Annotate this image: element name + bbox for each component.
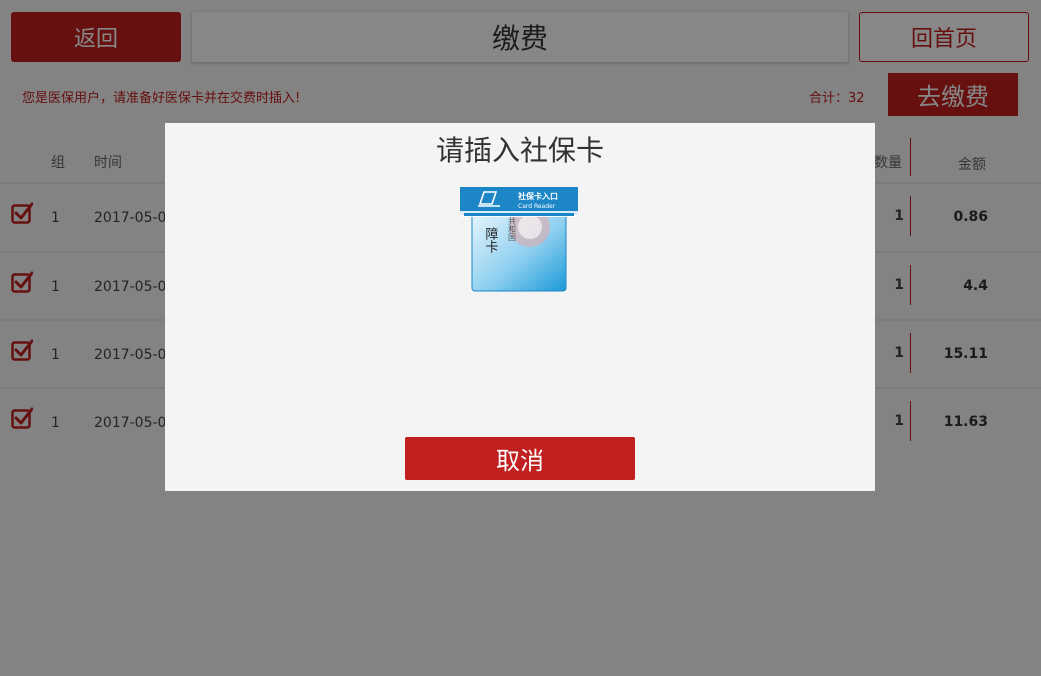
card-reader-label-en: Card Reader [518,203,556,210]
card-reader-label-cn: 社保卡入口 [517,191,558,201]
card-text-vertical: 障卡 [483,227,499,253]
dialog-title: 请插入社保卡 [435,134,604,167]
cancel-button[interactable]: 取消 [405,437,635,480]
social-security-card-icon: 障卡 共和国 社保卡入口 Card Reader [460,187,578,292]
insert-card-dialog: 请插入社保卡 障卡 共和国 社保卡入口 Card Reader 取消 [165,123,875,491]
card-text-small: 共和国 [508,217,517,242]
